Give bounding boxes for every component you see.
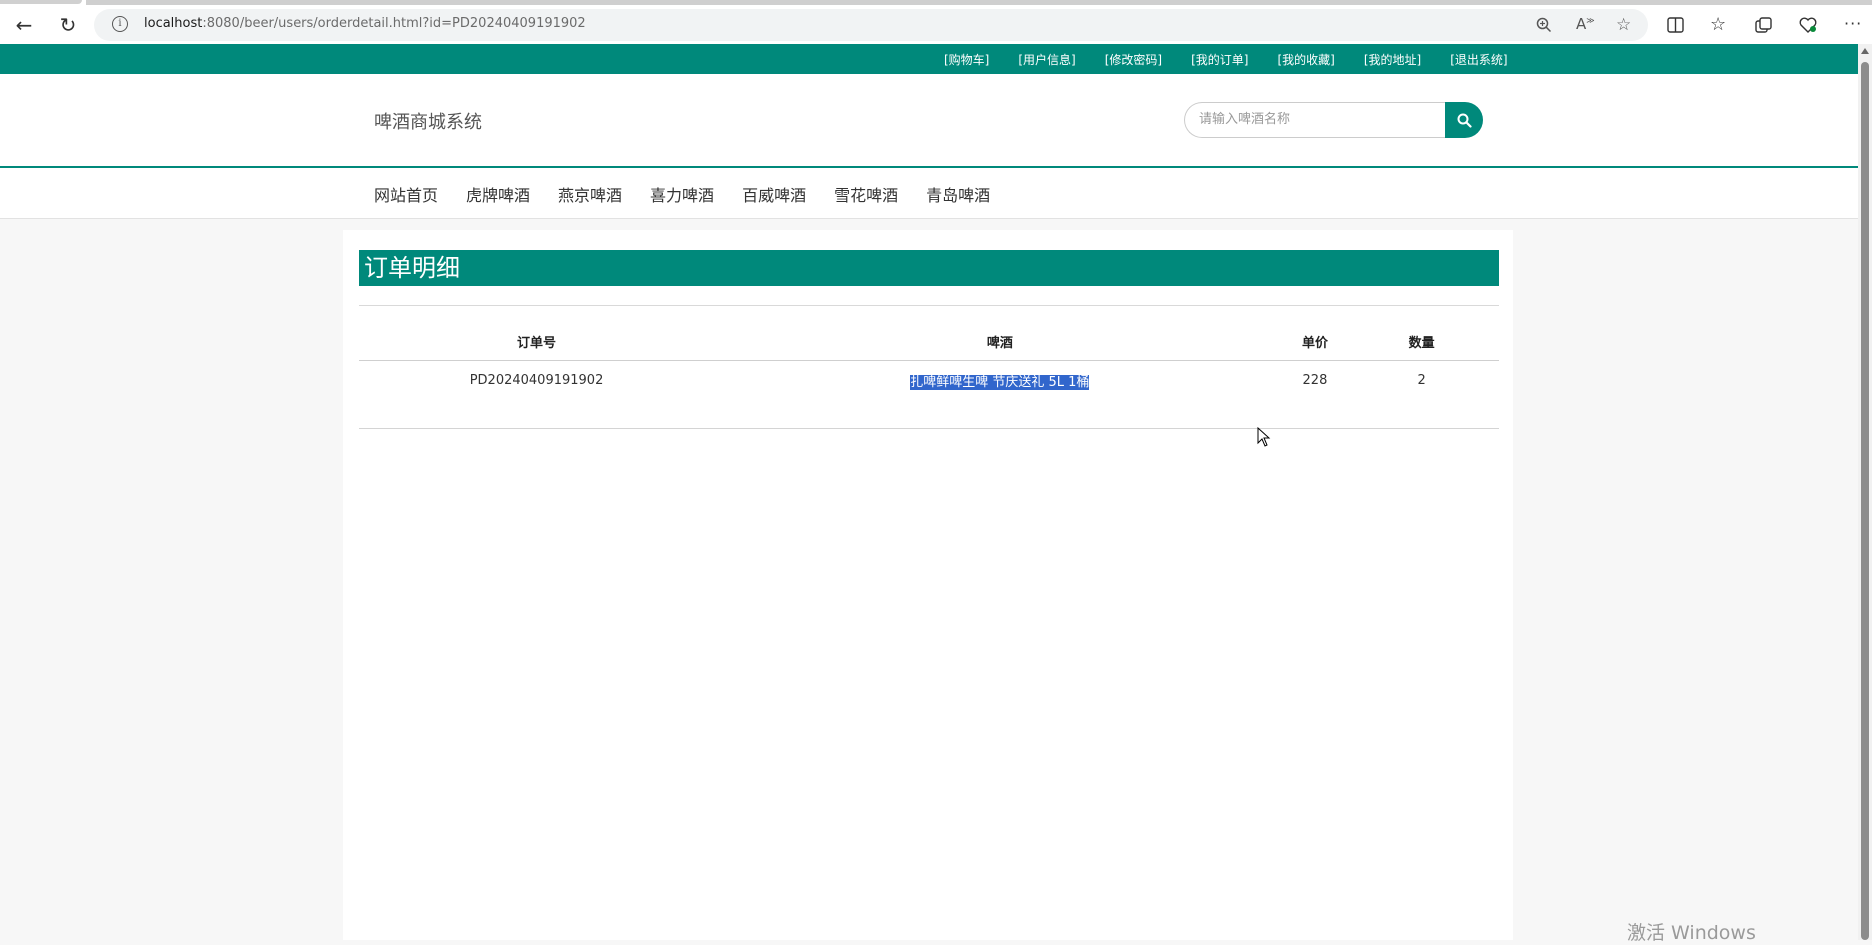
scrollbar-thumb[interactable]	[1861, 62, 1869, 940]
top-links: [购物车] [用户信息] [修改密码] [我的订单] [我的收藏] [我的地址]…	[944, 51, 1537, 68]
site-info-icon[interactable]: i	[112, 16, 128, 32]
split-screen-icon[interactable]	[1667, 17, 1684, 33]
column-header-qty: 数量	[1344, 322, 1499, 361]
nav-item-yanjing[interactable]: 燕京啤酒	[558, 182, 622, 206]
divider	[359, 305, 1499, 306]
change-password-link[interactable]: [修改密码]	[1105, 51, 1162, 68]
cart-link[interactable]: [购物车]	[944, 51, 989, 68]
favorites-icon[interactable]: ☆	[1710, 14, 1726, 35]
search-input[interactable]	[1197, 111, 1431, 128]
windows-activation-watermark: 激活 Windows	[1627, 922, 1756, 944]
search-button[interactable]	[1445, 102, 1483, 138]
site-header: 啤酒商城系统	[0, 74, 1858, 168]
order-detail-table: 订单号 啤酒 单价 数量 PD20240409191902 扎啤鲜啤生啤 节庆送…	[359, 322, 1499, 399]
nav-item-tsingtao[interactable]: 青岛啤酒	[926, 182, 990, 206]
nav-item-snow[interactable]: 雪花啤酒	[834, 182, 898, 206]
price-cell: 228	[1302, 372, 1328, 388]
beer-name-cell: 扎啤鲜啤生啤 节庆送礼 5L 1桶	[714, 361, 1285, 400]
favorite-star-icon[interactable]: ☆	[1616, 15, 1631, 35]
url-text[interactable]: localhost:8080/beer/users/orderdetail.ht…	[144, 16, 586, 31]
collections-icon[interactable]	[1755, 17, 1772, 33]
back-icon[interactable]: ←	[8, 12, 40, 38]
column-header-beer: 啤酒	[714, 322, 1286, 361]
search-icon	[1457, 113, 1472, 128]
mouse-cursor-icon	[1257, 427, 1271, 447]
search-box	[1184, 102, 1446, 138]
address-bar[interactable]: i localhost:8080/beer/users/orderdetail.…	[94, 9, 1648, 41]
page-scrollbar[interactable]	[1858, 44, 1872, 940]
my-orders-link[interactable]: [我的订单]	[1191, 51, 1248, 68]
reload-icon[interactable]: ↻	[52, 12, 84, 38]
user-info-link[interactable]: [用户信息]	[1018, 51, 1075, 68]
beer-name-selected-text[interactable]: 扎啤鲜啤生啤 节庆送礼 5L 1桶	[910, 374, 1090, 390]
table-row: PD20240409191902 扎啤鲜啤生啤 节庆送礼 5L 1桶 228 2	[359, 361, 1499, 400]
order-number-cell: PD20240409191902	[469, 372, 604, 388]
divider	[359, 428, 1499, 429]
nav-item-heineken[interactable]: 喜力啤酒	[650, 182, 714, 206]
quantity-cell: 2	[1417, 372, 1426, 388]
zoom-icon[interactable]	[1536, 17, 1552, 33]
nav-item-tiger[interactable]: 虎牌啤酒	[466, 182, 530, 206]
performance-heart-icon[interactable]	[1799, 17, 1817, 33]
more-menu-icon[interactable]: ···	[1844, 14, 1862, 33]
logout-link[interactable]: [退出系统]	[1450, 51, 1507, 68]
column-header-price: 单价	[1285, 322, 1345, 361]
order-detail-panel: 订单明细 订单号 啤酒 单价 数量 PD20240409191902 扎啤鲜啤生…	[343, 230, 1513, 940]
page-title: 订单明细	[359, 250, 1499, 286]
browser-toolbar: ← ↻ i localhost:8080/beer/users/orderdet…	[0, 6, 1872, 45]
my-favorites-link[interactable]: [我的收藏]	[1278, 51, 1335, 68]
column-header-order-no: 订单号	[359, 322, 715, 361]
site-logo[interactable]: 啤酒商城系统	[374, 108, 482, 134]
nav-item-budweiser[interactable]: 百威啤酒	[742, 182, 806, 206]
nav-item-home[interactable]: 网站首页	[374, 182, 438, 206]
table-header-row: 订单号 啤酒 单价 数量	[359, 322, 1499, 361]
category-nav: 网站首页 虎牌啤酒 燕京啤酒 喜力啤酒 百威啤酒 雪花啤酒 青岛啤酒	[0, 168, 1858, 219]
top-link-bar: [购物车] [用户信息] [修改密码] [我的订单] [我的收藏] [我的地址]…	[0, 44, 1858, 74]
my-address-link[interactable]: [我的地址]	[1364, 51, 1421, 68]
read-aloud-icon[interactable]: A≫	[1576, 15, 1595, 33]
